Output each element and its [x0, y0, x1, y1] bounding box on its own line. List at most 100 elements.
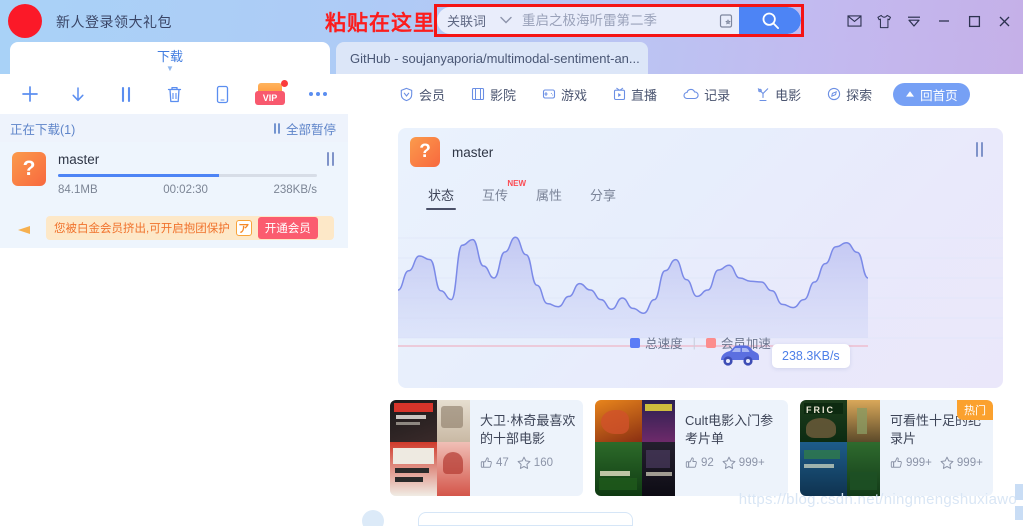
star-icon	[722, 456, 736, 469]
maximize-icon[interactable]	[959, 0, 989, 42]
nav-item-games[interactable]: 游戏	[529, 85, 600, 104]
tab-github-page[interactable]: GitHub - soujanyaporia/multimodal-sentim…	[336, 42, 648, 74]
legend-divider: |	[692, 335, 696, 350]
task-card-pause-button[interactable]	[974, 142, 985, 162]
tab-download-label: 下载	[156, 49, 183, 64]
scrollbar-track-segment[interactable]	[1015, 506, 1023, 520]
nav-item-explore-label: 探索	[846, 87, 873, 103]
vip-label: VIP	[255, 91, 285, 105]
window-controls	[839, 0, 1019, 42]
tab-download[interactable]: 下载 ▼	[10, 42, 330, 74]
pause-button[interactable]	[102, 75, 150, 113]
list-item[interactable]: Cult电影入门参考片单 92 999+	[595, 400, 788, 496]
task-tab-status-label: 状态	[428, 188, 455, 203]
downloading-status-label: 正在下载(1)	[10, 122, 76, 137]
star-count: 999+	[722, 456, 765, 469]
legend-total-speed[interactable]: 总速度	[630, 333, 683, 352]
bookmark-star-icon[interactable]	[713, 7, 739, 34]
list-item[interactable]: 大卫·林奇最喜欢的十部电影 47 160	[390, 400, 583, 496]
titlebar-promo-text[interactable]: 新人登录领大礼包	[56, 12, 172, 32]
mobile-button[interactable]	[198, 75, 246, 113]
nav-item-live-label: 直播	[631, 87, 658, 103]
watermark-text: https://blog.csdn.net/ningmengshuxiawo	[738, 491, 1017, 508]
task-file-icon: ?	[410, 137, 440, 167]
list-item-body: 大卫·林奇最喜欢的十部电影 47 160	[470, 400, 583, 496]
tab-caret-icon: ▼	[166, 64, 174, 73]
more-button[interactable]	[294, 75, 342, 113]
skin-tshirt-icon[interactable]	[869, 0, 899, 42]
pause-all-label: 全部暂停	[285, 122, 336, 137]
task-tab-properties-label: 属性	[536, 188, 563, 203]
task-card-title: master	[452, 144, 494, 160]
notification-dot-icon	[281, 80, 288, 87]
tab-github-label: GitHub - soujanyaporia/multimodal-sentim…	[350, 50, 640, 66]
home-button-label: 回首页	[920, 88, 958, 103]
menu-chevron-icon[interactable]	[899, 0, 929, 42]
content-nav: 会员 影院 游戏 直播 记录 电影 探索 回首页	[348, 74, 1023, 114]
star-count: 160	[517, 456, 553, 469]
add-task-button[interactable]	[6, 75, 54, 113]
download-time: 00:02:30	[163, 184, 208, 196]
sidebar-toolbar: VIP	[0, 74, 348, 114]
star-icon	[940, 456, 954, 469]
delete-button[interactable]	[150, 75, 198, 113]
scrollbar-thumb[interactable]	[1015, 484, 1023, 500]
hot-badge: 热门	[957, 400, 993, 420]
nav-item-records-label: 记录	[704, 87, 731, 103]
recommendation-row: 大卫·林奇最喜欢的十部电影 47 160 Cult电影入门参考片单 92 999…	[390, 400, 993, 496]
nav-item-movies-label: 电影	[775, 87, 802, 103]
tab-strip: 下载 ▼ GitHub - soujanyaporia/multimodal-s…	[0, 42, 1023, 74]
list-item-stats: 92 999+	[685, 456, 782, 469]
task-tab-transfer[interactable]: 互传 NEW	[470, 179, 526, 210]
task-tab-properties[interactable]: 属性	[524, 185, 574, 210]
pause-all-button[interactable]: 全部暂停	[273, 119, 336, 138]
chevron-down-icon	[500, 15, 512, 27]
list-item-body: Cult电影入门参考片单 92 999+	[675, 400, 788, 496]
nav-item-movies[interactable]: 电影	[743, 85, 814, 104]
task-tab-status[interactable]: 状态	[416, 185, 466, 210]
task-tab-share[interactable]: 分享	[578, 185, 628, 210]
nav-item-live[interactable]: 直播	[600, 85, 670, 104]
list-item-title: 大卫·林奇最喜欢的十部电影	[480, 413, 576, 446]
task-pause-button[interactable]	[325, 152, 336, 170]
paste-here-annotation: 粘贴在这里	[325, 12, 435, 35]
vip-promo-banner[interactable]: 您被白金会员挤出,可开启抱团保护 ア 开通会员	[46, 216, 334, 240]
like-count: 47	[480, 456, 509, 469]
thumb-up-icon	[890, 457, 902, 468]
nav-item-records[interactable]: 记录	[670, 85, 743, 104]
list-item-stats: 999+ 999+	[890, 456, 987, 469]
download-speed: 238KB/s	[273, 184, 317, 196]
content-panel: 会员 影院 游戏 直播 记录 电影 探索 回首页 ? master 状态 互传 …	[348, 74, 1023, 526]
nav-item-cinema[interactable]: 影院	[458, 85, 529, 104]
nav-item-explore[interactable]: 探索	[814, 85, 885, 104]
chart-legend: 总速度 | 会员加速	[398, 333, 1003, 352]
minimize-icon[interactable]	[929, 0, 959, 42]
close-icon[interactable]	[989, 0, 1019, 42]
car-icon	[716, 342, 759, 366]
mail-icon[interactable]	[839, 0, 869, 42]
nav-item-vip[interactable]: 会员	[386, 85, 458, 104]
list-item-title: Cult电影入门参考片单	[685, 413, 774, 446]
nav-item-games-label: 游戏	[561, 87, 588, 103]
bottom-partial-panel	[418, 512, 633, 526]
speed-chart: 总速度 | 会员加速	[398, 212, 1003, 360]
search-submit-button[interactable]	[739, 7, 801, 34]
download-button[interactable]	[54, 75, 102, 113]
search-input[interactable]	[522, 7, 713, 34]
task-card-header: ? master	[398, 128, 1003, 176]
open-vip-button[interactable]: 开通会员	[257, 217, 318, 239]
thumb-up-icon	[480, 457, 492, 468]
legend-total-speed-label: 总速度	[645, 337, 683, 351]
list-item[interactable]: FRIC 可看性十足的纪录片 999+ 999+ 热门	[800, 400, 993, 496]
gamepad-icon	[542, 87, 556, 101]
bottom-avatar-placeholder	[362, 510, 384, 526]
download-task-item[interactable]: ? master 84.1MB 00:02:30 238KB/s 您被白金会员挤…	[0, 142, 348, 248]
compass-icon	[827, 87, 841, 101]
poster-collage: FRIC	[800, 400, 880, 496]
thunder-badge-icon: ア	[235, 220, 252, 236]
triangle-up-icon	[905, 87, 915, 101]
search-category-dropdown[interactable]: 关联词	[437, 7, 522, 34]
home-button[interactable]: 回首页	[893, 82, 970, 106]
cloud-icon	[683, 88, 699, 100]
vip-button[interactable]: VIP	[246, 75, 294, 113]
